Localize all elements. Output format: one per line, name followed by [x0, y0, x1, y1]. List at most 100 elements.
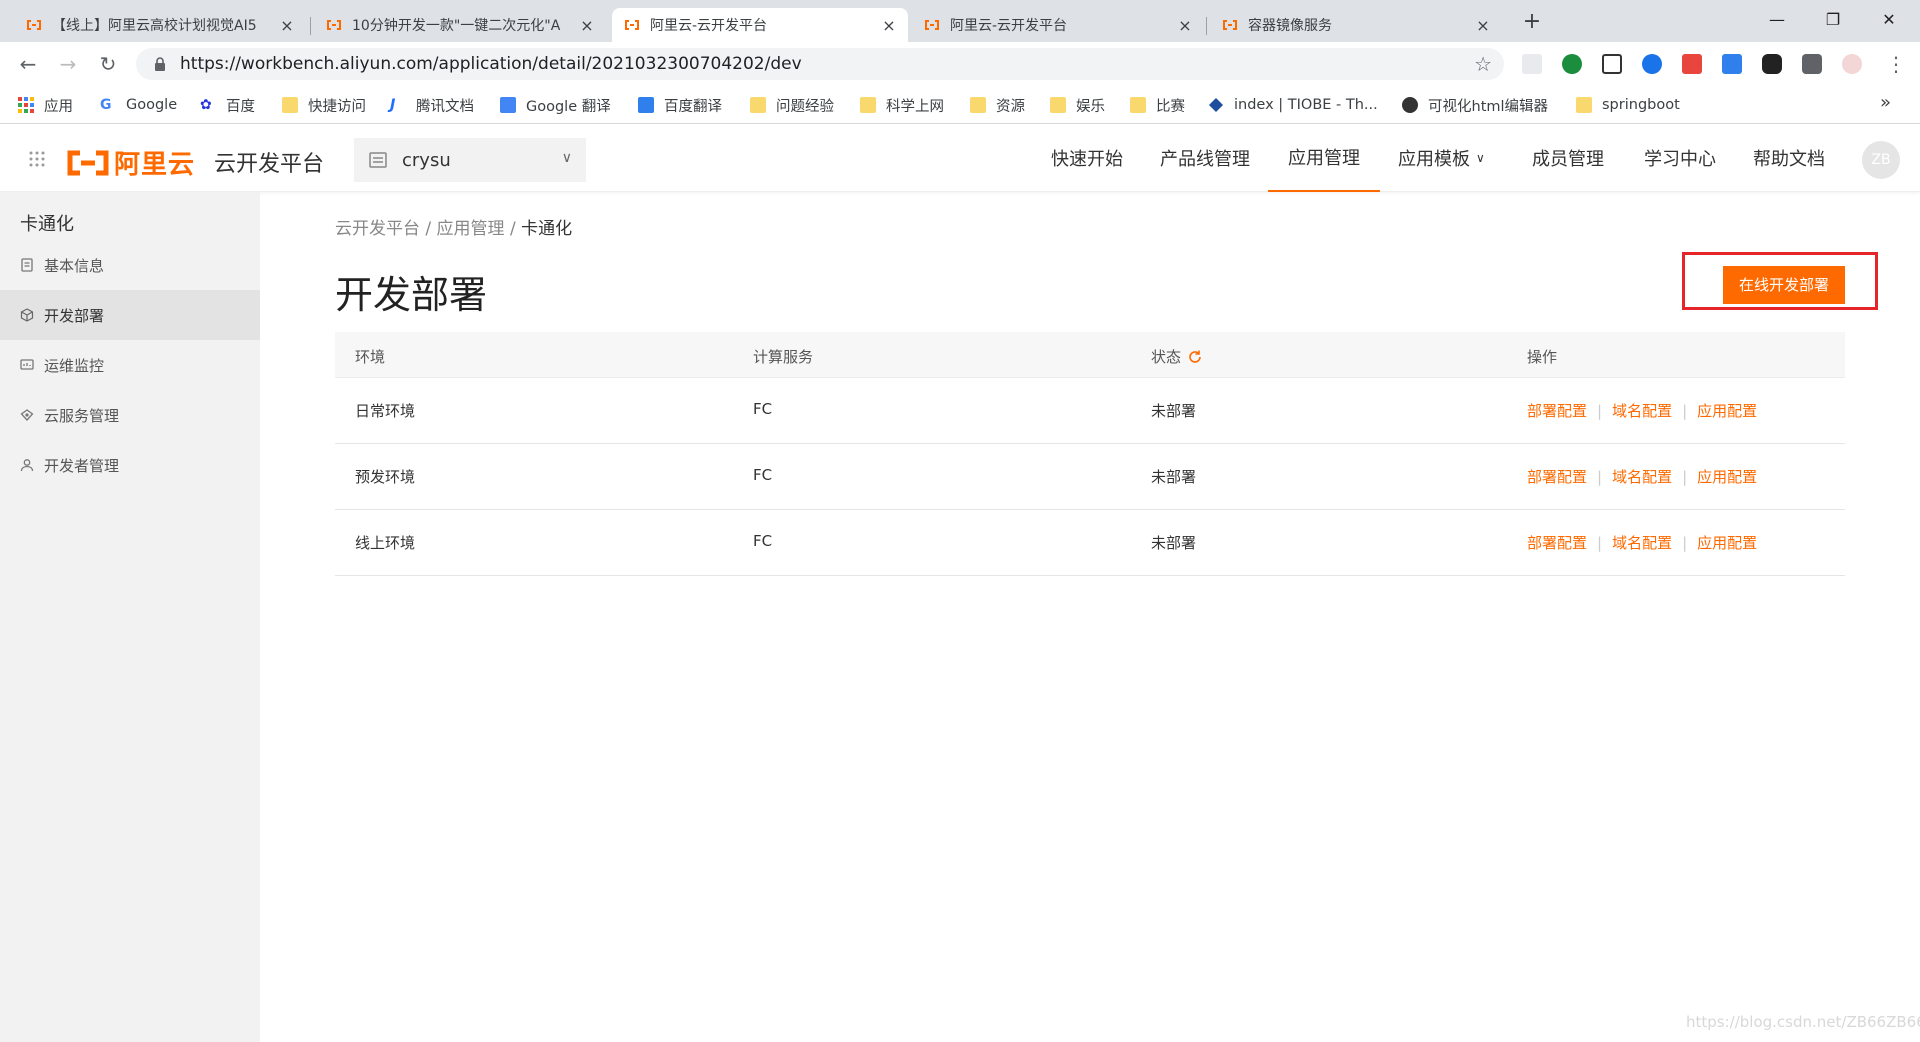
nav-members[interactable]: 成员管理	[1532, 124, 1604, 192]
close-icon[interactable]: ×	[578, 16, 596, 35]
bookmark-baidu[interactable]: ✿ 百度	[200, 94, 255, 116]
browser-menu-icon[interactable]: ⋮	[1886, 52, 1906, 76]
domain-config-link[interactable]: 域名配置	[1612, 400, 1672, 421]
bookmark-folder[interactable]: 问题经验	[750, 94, 834, 116]
bookmarks-overflow-icon[interactable]: »	[1880, 92, 1891, 113]
chevron-down-icon: ∨	[1476, 151, 1485, 165]
domain-config-link[interactable]: 域名配置	[1612, 466, 1672, 487]
nav-label: 帮助文档	[1753, 149, 1825, 170]
environment-table: 环境 计算服务 状态 操作 日常环境 FC 未部署 部署配置 | 域名配置 | …	[335, 332, 1845, 576]
action-divider: |	[1597, 533, 1603, 552]
bookmark-label: springboot	[1602, 97, 1680, 113]
folder-icon	[1576, 97, 1592, 113]
bookmark-google[interactable]: G Google	[100, 94, 177, 116]
tab-separator	[310, 17, 311, 35]
tab-title: 容器镜像服务	[1248, 18, 1332, 34]
env-cell: 预发环境	[355, 468, 416, 486]
sidebar-item-basic-info[interactable]: 基本信息	[0, 240, 260, 290]
gmail-extension-icon[interactable]	[1522, 54, 1542, 74]
new-tab-button[interactable]: +	[1518, 9, 1546, 37]
breadcrumb-link[interactable]: 云开发平台	[335, 219, 420, 239]
mask-extension-icon[interactable]	[1762, 54, 1782, 74]
bookmark-html-editor[interactable]: 可视化html编辑器	[1402, 94, 1548, 116]
window-close-icon[interactable]: ✕	[1866, 6, 1912, 36]
platform-title: 云开发平台	[214, 152, 325, 177]
restore-icon[interactable]: ❐	[1810, 6, 1856, 36]
compute-cell: FC	[753, 400, 773, 418]
cube-icon	[20, 308, 34, 322]
bookmark-folder[interactable]: 资源	[970, 94, 1025, 116]
browser-tab-active[interactable]: 阿里云-云开发平台 ×	[612, 8, 908, 42]
back-icon[interactable]: ←	[14, 50, 42, 78]
sidebar: 卡通化 基本信息 开发部署 运维监控 云服务管理 开发者管理	[0, 192, 260, 1042]
deploy-config-link[interactable]: 部署配置	[1527, 466, 1587, 487]
bookmark-label: 比赛	[1156, 98, 1185, 115]
sidebar-item-deploy[interactable]: 开发部署	[0, 290, 260, 340]
bookmark-google-translate[interactable]: Google 翻译	[500, 94, 611, 116]
nav-label: 应用管理	[1288, 148, 1360, 169]
nav-app-management[interactable]: 应用管理	[1268, 124, 1380, 192]
bookmark-folder[interactable]: 娱乐	[1050, 94, 1105, 116]
app-config-link[interactable]: 应用配置	[1697, 466, 1757, 487]
browser-tab[interactable]: 【线上】阿里云高校计划视觉AI5 ×	[14, 8, 306, 42]
column-header-label: 计算服务	[753, 348, 814, 366]
logo-text: 阿里云	[114, 150, 196, 180]
translate-extension-icon[interactable]	[1722, 54, 1742, 74]
project-selector[interactable]: crysu ∨	[354, 138, 586, 182]
profile-avatar-icon[interactable]	[1842, 54, 1862, 74]
bookmark-star-icon[interactable]: ☆	[1474, 52, 1492, 76]
close-icon[interactable]: ×	[1176, 16, 1194, 35]
red-extension-icon[interactable]	[1682, 54, 1702, 74]
browser-tab[interactable]: 阿里云-云开发平台 ×	[912, 8, 1204, 42]
action-divider: |	[1682, 533, 1688, 552]
nav-help-docs[interactable]: 帮助文档	[1753, 124, 1825, 192]
app-grid-icon[interactable]	[28, 150, 46, 168]
aliyun-logo[interactable]: 阿里云	[66, 144, 195, 181]
address-bar[interactable]: https://workbench.aliyun.com/application…	[136, 48, 1504, 80]
font-extension-icon[interactable]	[1602, 54, 1622, 74]
app-config-link[interactable]: 应用配置	[1697, 400, 1757, 421]
deploy-config-link[interactable]: 部署配置	[1527, 400, 1587, 421]
domain-config-link[interactable]: 域名配置	[1612, 532, 1672, 553]
shield-extension-icon[interactable]	[1562, 54, 1582, 74]
sidebar-item-monitoring[interactable]: 运维监控	[0, 340, 260, 390]
sidebar-item-developers[interactable]: 开发者管理	[0, 440, 260, 490]
puzzle-extensions-icon[interactable]	[1802, 54, 1822, 74]
folder-icon	[970, 97, 986, 113]
reload-icon[interactable]: ↻	[94, 50, 122, 78]
sidebar-item-cloud-services[interactable]: 云服务管理	[0, 390, 260, 440]
minimize-icon[interactable]: —	[1754, 6, 1800, 36]
bookmark-apps[interactable]: 应用	[18, 94, 73, 116]
bookmark-folder[interactable]: 科学上网	[860, 94, 944, 116]
actions-cell: 部署配置 | 域名配置 | 应用配置	[1527, 400, 1757, 421]
close-icon[interactable]: ×	[880, 16, 898, 35]
nav-product-line[interactable]: 产品线管理	[1160, 124, 1250, 192]
nav-label: 学习中心	[1644, 149, 1716, 170]
bookmark-tiobe[interactable]: index | TIOBE - Th...	[1208, 94, 1378, 116]
browser-tab[interactable]: 10分钟开发一款"一键二次元化"A ×	[314, 8, 606, 42]
chevron-down-icon: ∨	[561, 150, 572, 166]
folder-icon	[1130, 97, 1146, 113]
bookmark-tencent-docs[interactable]: J 腾讯文档	[390, 94, 474, 116]
user-avatar[interactable]: ZB	[1862, 141, 1900, 179]
bookmark-folder[interactable]: 比赛	[1130, 94, 1185, 116]
app-config-link[interactable]: 应用配置	[1697, 532, 1757, 553]
document-icon	[21, 258, 33, 272]
forward-icon[interactable]: →	[54, 50, 82, 78]
close-icon[interactable]: ×	[278, 16, 296, 35]
nav-learning[interactable]: 学习中心	[1644, 124, 1716, 192]
nav-quick-start[interactable]: 快速开始	[1051, 124, 1123, 192]
online-deploy-button[interactable]: 在线开发部署	[1723, 266, 1845, 304]
circle-extension-icon[interactable]	[1642, 54, 1662, 74]
sidebar-item-label: 基本信息	[44, 256, 105, 275]
bookmark-folder[interactable]: springboot	[1576, 94, 1680, 116]
bookmark-folder[interactable]: 快捷访问	[282, 94, 366, 116]
browser-tab[interactable]: 容器镜像服务 ×	[1210, 8, 1502, 42]
refresh-icon[interactable]	[1187, 349, 1203, 365]
nav-app-templates[interactable]: 应用模板 ∨	[1398, 124, 1485, 192]
bookmark-baidu-translate[interactable]: 百度翻译	[638, 94, 722, 116]
close-icon[interactable]: ×	[1474, 16, 1492, 35]
breadcrumb-link[interactable]: 应用管理	[437, 219, 505, 239]
deploy-config-link[interactable]: 部署配置	[1527, 532, 1587, 553]
apps-grid-icon	[18, 97, 34, 113]
